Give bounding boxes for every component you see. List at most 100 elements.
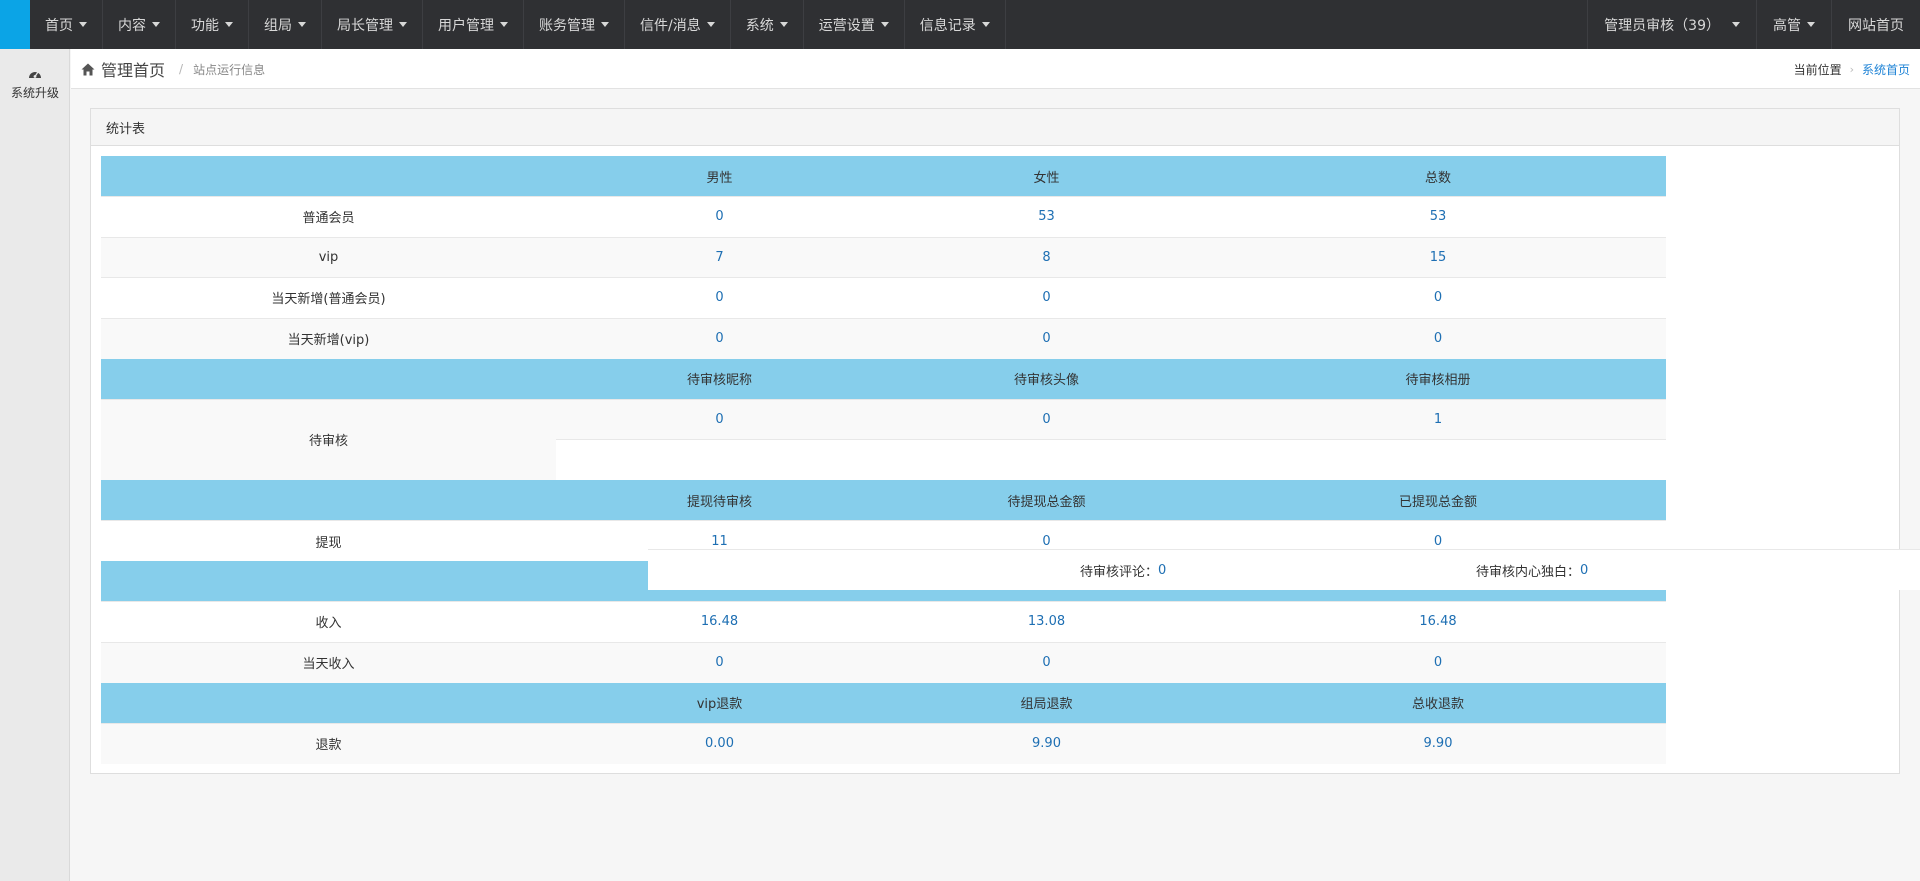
header-cell: 总数 <box>1210 156 1666 197</box>
row-label: 当天新增(vip) <box>101 317 556 359</box>
row-value: 0 <box>556 196 883 237</box>
brand-accent-block <box>0 0 30 49</box>
header-cell <box>101 358 556 399</box>
nav-item-messages[interactable]: 信件/消息 <box>625 0 731 49</box>
pending-monologue-stat: 待审核内心独白： 0 <box>1476 550 1588 591</box>
nav-item-features[interactable]: 功能 <box>176 0 249 49</box>
header-cell: 待审核昵称 <box>556 358 883 399</box>
caret-down-icon <box>880 22 889 27</box>
dashboard-icon <box>29 71 41 78</box>
spacer-cell <box>556 439 1666 480</box>
header-cell: 组局退款 <box>883 682 1210 723</box>
row-label: 当天收入 <box>101 641 556 683</box>
nav-item-site-home[interactable]: 网站首页 <box>1831 0 1920 49</box>
nav-item-home[interactable]: 首页 <box>30 0 103 49</box>
row-value: 0 <box>556 277 883 318</box>
caret-down-icon <box>225 22 233 27</box>
nav-item-account-management[interactable]: 账务管理 <box>524 0 625 49</box>
row-value: 9.90 <box>883 722 1210 764</box>
nav-item-operations-settings[interactable]: 运营设置 <box>804 0 905 49</box>
caret-down-icon <box>500 22 508 27</box>
nav-item-label: 管理员审核（39） <box>1604 17 1720 34</box>
table-row: 当天新增(vip) 0 0 0 <box>101 317 1666 359</box>
row-value: 0 <box>1210 277 1666 318</box>
location-current-link[interactable]: 系统首页 <box>1862 61 1910 78</box>
row-value: 0 <box>556 398 883 440</box>
sidebar-item-system-upgrade[interactable]: 系统升级 <box>0 67 70 101</box>
nav-item-label: 首页 <box>45 17 73 34</box>
row-value: 1 <box>1210 398 1666 440</box>
nav-item-label: 系统 <box>745 17 774 34</box>
nav-item-admin-review[interactable]: 管理员审核（39） <box>1587 0 1756 49</box>
caret-down-icon <box>981 22 990 27</box>
breadcrumb-subtitle: 站点运行信息 <box>193 62 266 77</box>
nav-item-label: 信件/消息 <box>640 17 701 34</box>
row-value: 7 <box>556 236 883 278</box>
table-row: 收入 16.48 13.08 16.48 <box>101 601 1666 642</box>
header-cell: 总收退款 <box>1210 682 1666 723</box>
row-value: 0 <box>1210 317 1666 359</box>
caret-down-icon <box>1732 22 1740 27</box>
breadcrumb-home-link[interactable]: 管理首页 <box>101 57 165 81</box>
pending-comment-stat: 待审核评论： 0 <box>1080 550 1166 591</box>
nav-item-label: 功能 <box>191 17 219 34</box>
table-row: 当天新增(普通会员) 0 0 0 <box>101 277 1666 318</box>
header-cell: 男性 <box>556 156 883 197</box>
caret-down-icon <box>79 22 87 27</box>
sidebar-item-label: 系统升级 <box>10 86 59 100</box>
table-header-row: 提现待审核 待提现总金额 已提现总金额 <box>101 480 1666 521</box>
table-row: 待审核 0 0 1 <box>101 398 1666 480</box>
main-menu: 首页 内容 功能 组局 局长管理 用户管理 账务管理 信件/消息 系统 运营设置… <box>30 0 1006 49</box>
nav-item-label: 局长管理 <box>337 17 393 34</box>
row-label: 当天新增(普通会员) <box>101 277 556 318</box>
pending-monologue-value: 0 <box>1580 563 1589 578</box>
row-value: 0.00 <box>556 722 883 764</box>
nav-item-content[interactable]: 内容 <box>103 0 176 49</box>
row-value: 16.48 <box>556 601 883 642</box>
nav-item-info-records[interactable]: 信息记录 <box>905 0 1006 49</box>
row-value: 9.90 <box>1210 722 1666 764</box>
location-label: 当前位置 <box>1793 62 1842 77</box>
pending-comment-value: 0 <box>1158 563 1167 578</box>
nav-item-label: 高管 <box>1773 17 1801 34</box>
header-cell: 待审核相册 <box>1210 358 1666 399</box>
breadcrumb-separator: / <box>179 62 184 76</box>
breadcrumb: 管理首页 / 站点运行信息 当前位置 › 系统首页 <box>71 49 1920 89</box>
user-menu: 管理员审核（39） 高管 网站首页 <box>1587 0 1920 49</box>
row-label: 收入 <box>101 601 556 642</box>
nav-item-label: 用户管理 <box>438 17 494 34</box>
nav-item-events[interactable]: 组局 <box>249 0 322 49</box>
row-label: vip <box>101 236 556 278</box>
row-value: 16.48 <box>1210 601 1666 642</box>
caret-down-icon <box>298 22 306 27</box>
row-value: 0 <box>883 317 1210 359</box>
pending-extra-row: 待审核评论： 0 待审核内心独白： 0 <box>648 549 1920 590</box>
header-cell <box>101 480 556 521</box>
table-row: 普通会员 0 53 53 <box>101 196 1666 237</box>
nav-item-label: 内容 <box>118 17 146 34</box>
nav-item-executive[interactable]: 高管 <box>1756 0 1831 49</box>
row-value: 0 <box>1210 641 1666 683</box>
row-value: 0 <box>883 398 1210 440</box>
panel-title: 统计表 <box>91 109 1899 146</box>
row-value: 0 <box>883 641 1210 683</box>
nav-item-label: 组局 <box>264 17 292 34</box>
chevron-right-icon: › <box>1849 62 1854 76</box>
pending-comment-label: 待审核评论： <box>1080 565 1159 580</box>
row-value: 13.08 <box>883 601 1210 642</box>
header-cell: 提现待审核 <box>556 480 883 521</box>
nav-item-label: 账务管理 <box>539 17 595 34</box>
breadcrumb-left: 管理首页 / 站点运行信息 <box>81 49 265 89</box>
header-cell <box>101 682 556 723</box>
nav-item-organizer-management[interactable]: 局长管理 <box>322 0 423 49</box>
row-label: 提现 <box>101 520 556 561</box>
caret-down-icon <box>706 22 715 27</box>
nav-item-system[interactable]: 系统 <box>731 0 804 49</box>
caret-down-icon <box>399 22 407 27</box>
row-label: 普通会员 <box>101 196 556 237</box>
table-header-row: vip退款 组局退款 总收退款 <box>101 682 1666 723</box>
nav-item-user-management[interactable]: 用户管理 <box>423 0 524 49</box>
header-cell: 女性 <box>883 156 1210 197</box>
row-value: 15 <box>1210 236 1666 278</box>
table-row: 当天收入 0 0 0 <box>101 641 1666 683</box>
